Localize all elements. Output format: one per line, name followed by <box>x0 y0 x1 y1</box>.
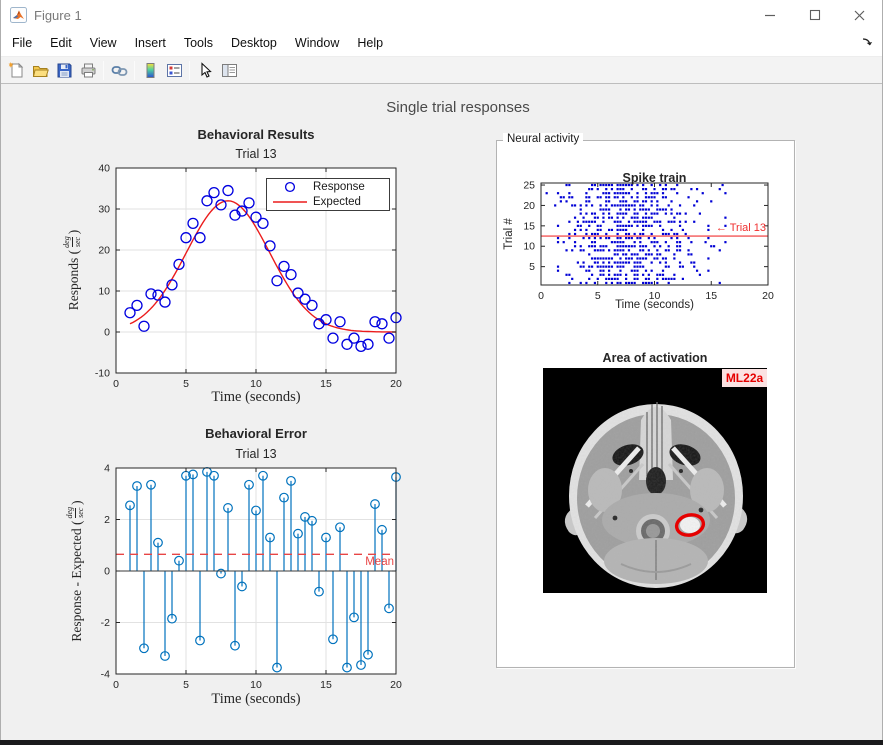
insert-colorbar-button[interactable] <box>138 58 162 82</box>
toolbar-separator <box>189 61 190 80</box>
new-figure-button[interactable] <box>4 58 28 82</box>
menu-view[interactable]: View <box>81 31 126 55</box>
toolbar-separator <box>134 61 135 80</box>
menu-bar: File Edit View Insert Tools Desktop Wind… <box>1 30 882 57</box>
neural-activity-panel <box>496 140 795 668</box>
edit-plot-button[interactable] <box>193 58 217 82</box>
close-icon <box>853 9 866 22</box>
deg-per-sec-fraction: degsec <box>66 507 86 519</box>
window-title: Figure 1 <box>34 8 82 23</box>
colorbar-icon <box>142 62 159 79</box>
mean-line-label: Mean <box>332 556 394 568</box>
behavioral-error-subtitle: Trial 13 <box>116 447 396 461</box>
menu-insert[interactable]: Insert <box>126 31 175 55</box>
printer-icon <box>80 62 97 79</box>
behavioral-results-title: Behavioral Results <box>116 127 396 142</box>
save-icon <box>56 62 73 79</box>
expected-line-swatch <box>267 196 313 208</box>
title-bar: Figure 1 <box>1 0 882 30</box>
menu-help[interactable]: Help <box>348 31 392 55</box>
minimize-icon <box>764 9 776 21</box>
dock-arrow-icon <box>861 36 875 50</box>
toolbar <box>1 57 882 84</box>
behavioral-results-subtitle: Trial 13 <box>116 147 396 161</box>
save-figure-button[interactable] <box>52 58 76 82</box>
taskbar-strip <box>0 740 883 745</box>
spike-train-title: Spike train <box>541 171 768 185</box>
property-inspector-button[interactable] <box>217 58 241 82</box>
deg-per-sec-fraction: degsec <box>63 236 83 248</box>
response-marker-swatch <box>267 181 313 193</box>
menu-window[interactable]: Window <box>286 31 348 55</box>
behavioral-error-title: Behavioral Error <box>116 426 396 441</box>
property-editor-icon <box>221 62 238 79</box>
behavioral-results-ylabel: Responds (degsec) <box>65 170 83 370</box>
maximize-icon <box>809 9 821 21</box>
legend-entry-expected: Expected <box>267 195 389 210</box>
legend-icon <box>166 62 183 79</box>
pointer-icon <box>197 62 214 79</box>
new-figure-icon <box>8 62 25 79</box>
menu-file[interactable]: File <box>3 31 41 55</box>
open-file-button[interactable] <box>28 58 52 82</box>
behavioral-error-ylabel: Response - Expected (degsec) <box>68 446 86 696</box>
legend-entry-response: Response <box>267 180 389 195</box>
link-icon <box>111 62 128 79</box>
behavioral-error-xlabel: Time (seconds) <box>116 691 396 708</box>
window-controls <box>747 0 882 30</box>
spike-train-xlabel: Time (seconds) <box>541 299 768 311</box>
legend: Response Expected <box>266 178 390 211</box>
behavioral-results-xlabel: Time (seconds) <box>116 389 396 406</box>
maximize-button[interactable] <box>792 0 837 30</box>
menu-edit[interactable]: Edit <box>41 31 81 55</box>
figure-title: Single trial responses <box>258 99 658 116</box>
spike-train-ylabel: Trial # <box>501 204 517 264</box>
insert-legend-button[interactable] <box>162 58 186 82</box>
area-of-activation-title: Area of activation <box>543 351 767 365</box>
trial-13-annotation: ← Trial 13 <box>666 222 766 234</box>
figure-window: Figure 1 File Edit View Insert Tools Des… <box>0 0 883 745</box>
minimize-button[interactable] <box>747 0 792 30</box>
menu-desktop[interactable]: Desktop <box>222 31 286 55</box>
close-button[interactable] <box>837 0 882 30</box>
dock-figure-button[interactable] <box>861 36 875 50</box>
matlab-logo-icon <box>10 7 27 23</box>
neural-activity-panel-label: Neural activity <box>503 133 583 145</box>
ml22a-badge: ML22a <box>722 369 767 387</box>
link-plot-button[interactable] <box>107 58 131 82</box>
print-figure-button[interactable] <box>76 58 100 82</box>
menu-tools[interactable]: Tools <box>175 31 222 55</box>
open-folder-icon <box>32 62 49 79</box>
toolbar-separator <box>103 61 104 80</box>
